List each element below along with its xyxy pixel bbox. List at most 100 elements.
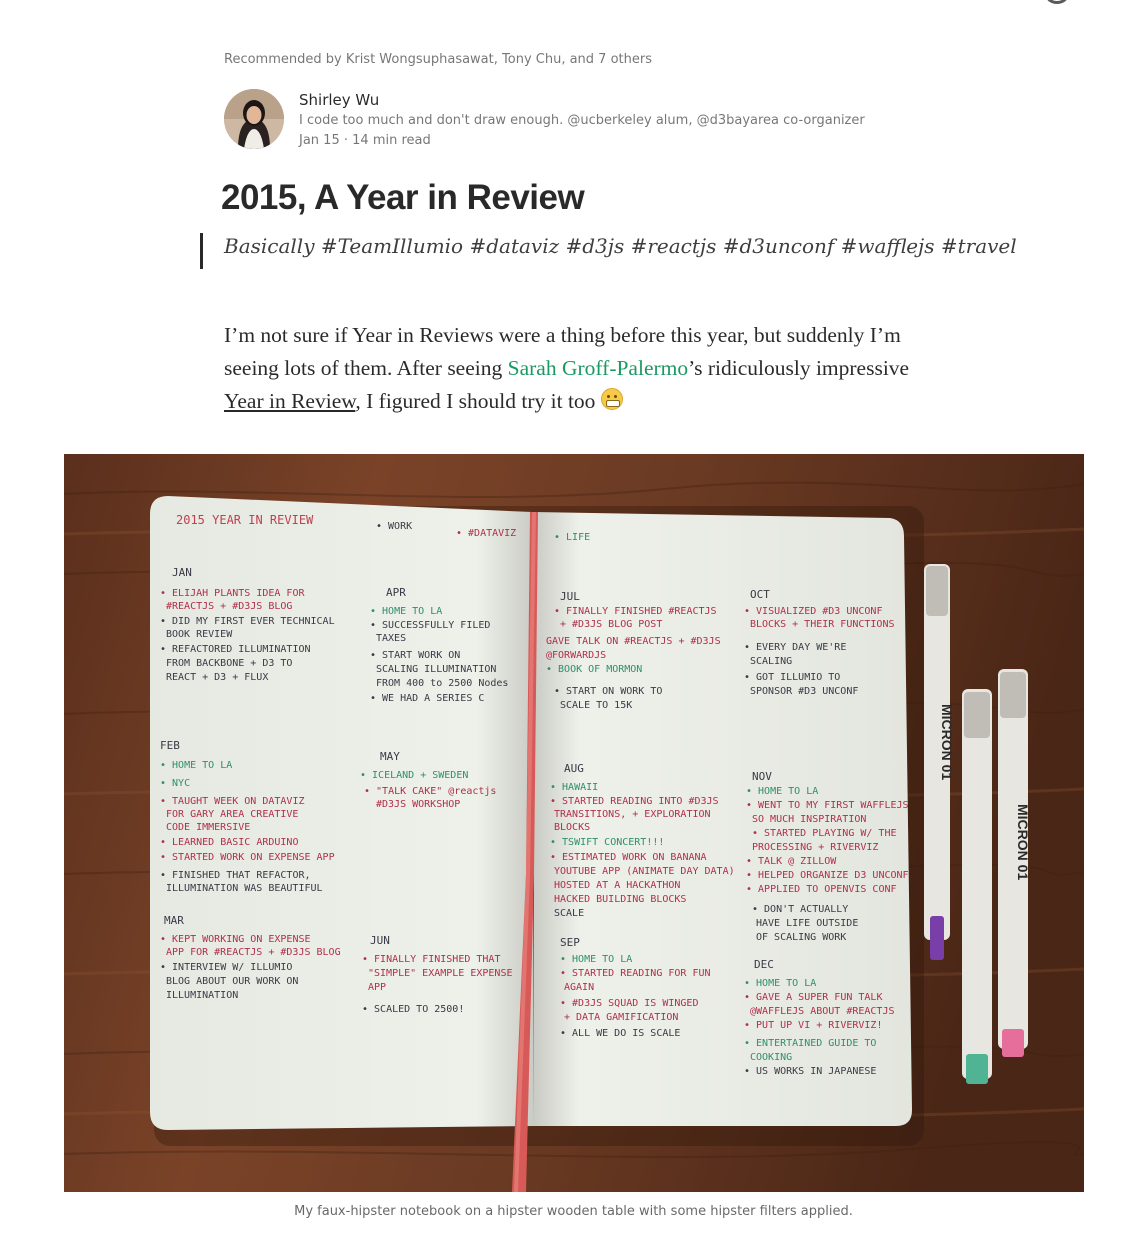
svg-text:• START ON WORK TO: • START ON WORK TO: [554, 686, 662, 697]
grinning-emoji-icon: [600, 387, 623, 410]
svg-text:• ESTIMATED WORK ON BANANA: • ESTIMATED WORK ON BANANA: [550, 852, 707, 863]
svg-text:• HOME TO LA: • HOME TO LA: [160, 760, 232, 771]
svg-text:• ICELAND + SWEDEN: • ICELAND + SWEDEN: [360, 770, 468, 781]
svg-text:• ALL WE DO IS SCALE: • ALL WE DO IS SCALE: [560, 1028, 680, 1039]
svg-text:YOUTUBE APP (ANIMATE DAY DATA): YOUTUBE APP (ANIMATE DAY DATA): [554, 866, 735, 877]
svg-text:• INTERVIEW W/ ILLUMIO: • INTERVIEW W/ ILLUMIO: [160, 962, 292, 973]
svg-text:APP FOR #REACTJS + #D3JS BLOG: APP FOR #REACTJS + #D3JS BLOG: [166, 947, 341, 958]
svg-text:• STARTED WORK ON EXPENSE APP: • STARTED WORK ON EXPENSE APP: [160, 852, 335, 863]
svg-text:TRANSITIONS, + EXPLORATION: TRANSITIONS, + EXPLORATION: [554, 809, 711, 820]
svg-text:REACT + D3 + FLUX: REACT + D3 + FLUX: [166, 672, 268, 683]
svg-text:• SUCCESSFULLY FILED: • SUCCESSFULLY FILED: [370, 620, 490, 631]
svg-text:BOOK REVIEW: BOOK REVIEW: [166, 629, 233, 640]
svg-text:AGAIN: AGAIN: [564, 982, 594, 993]
svg-text:• REFACTORED ILLUMINATION: • REFACTORED ILLUMINATION: [160, 644, 311, 655]
sarah-groff-palermo-link[interactable]: Sarah Groff-Palermo: [508, 356, 689, 380]
svg-text:• HAWAII: • HAWAII: [550, 782, 598, 793]
svg-text:• STARTED PLAYING W/ THE: • STARTED PLAYING W/ THE: [752, 828, 897, 839]
article-title: 2015, A Year in Review: [221, 178, 585, 217]
author-meta: Shirley Wu I code too much and don't dra…: [299, 90, 865, 151]
svg-text:SCALE: SCALE: [554, 908, 584, 919]
svg-text:• WENT TO MY FIRST WAFFLEJS: • WENT TO MY FIRST WAFFLEJS: [746, 800, 909, 811]
svg-text:• HELPED ORGANIZE D3 UNCONF: • HELPED ORGANIZE D3 UNCONF: [746, 870, 909, 881]
svg-text:• #D3JS SQUAD IS WINGED: • #D3JS SQUAD IS WINGED: [560, 998, 698, 1009]
svg-text:ILLUMINATION WAS BEAUTIFUL: ILLUMINATION WAS BEAUTIFUL: [166, 883, 323, 894]
avatar-menu-icon[interactable]: [1046, 0, 1068, 4]
notebook-month-dec: DEC: [754, 958, 774, 971]
svg-text:• ENTERTAINED GUIDE TO: • ENTERTAINED GUIDE TO: [744, 1038, 876, 1049]
svg-text:• START WORK ON: • START WORK ON: [370, 650, 460, 661]
svg-text:• STARTED READING INTO #D3JS: • STARTED READING INTO #D3JS: [550, 796, 719, 807]
svg-text:• GOT ILLUMIO TO: • GOT ILLUMIO TO: [744, 672, 840, 683]
article-subtitle: Basically #TeamIllumio #dataviz #d3js #r…: [224, 234, 1017, 258]
post-date: Jan 15: [299, 133, 340, 148]
svg-text:• TALK @ ZILLOW: • TALK @ ZILLOW: [746, 856, 837, 867]
svg-text:HACKED BUILDING BLOCKS: HACKED BUILDING BLOCKS: [554, 894, 686, 905]
author-avatar[interactable]: [224, 89, 284, 149]
svg-text:CODE IMMERSIVE: CODE IMMERSIVE: [166, 822, 250, 833]
svg-text:"SIMPLE" EXAMPLE EXPENSE: "SIMPLE" EXAMPLE EXPENSE: [368, 968, 513, 979]
svg-text:• VISUALIZED #D3 UNCONF: • VISUALIZED #D3 UNCONF: [744, 606, 882, 617]
svg-text:• EVERY DAY WE'RE: • EVERY DAY WE'RE: [744, 642, 846, 653]
svg-text:• LEARNED BASIC ARDUINO: • LEARNED BASIC ARDUINO: [160, 837, 298, 848]
paragraph-text-2: ’s ridiculously impressive: [688, 355, 910, 380]
pen-label: MICRON 01: [939, 704, 955, 780]
article-paragraph: I’m not sure if Year in Reviews were a t…: [224, 319, 924, 418]
svg-text:BLOCKS: BLOCKS: [554, 822, 590, 833]
svg-text:• HOME TO LA: • HOME TO LA: [560, 954, 632, 965]
notebook-header: 2015 YEAR IN REVIEW: [176, 513, 314, 527]
svg-text:@WAFFLEJS ABOUT #REACTJS: @WAFFLEJS ABOUT #REACTJS: [750, 1006, 895, 1017]
svg-text:• PUT UP VI + RIVERVIZ!: • PUT UP VI + RIVERVIZ!: [744, 1020, 882, 1031]
svg-text:• HOME TO LA: • HOME TO LA: [744, 978, 816, 989]
svg-text:• WE HAD A SERIES C: • WE HAD A SERIES C: [370, 693, 484, 704]
svg-text:• APPLIED TO OPENVIS CONF: • APPLIED TO OPENVIS CONF: [746, 884, 897, 895]
notebook-month-oct: OCT: [750, 588, 770, 601]
notebook-month-may: MAY: [380, 750, 400, 763]
notebook-month-mar: MAR: [164, 914, 184, 927]
notebook-column-life: • LIFE: [554, 532, 590, 543]
svg-text:• FINALLY FINISHED #REACTJS: • FINALLY FINISHED #REACTJS: [554, 606, 717, 617]
notebook-month-feb: FEB: [160, 739, 180, 752]
svg-text:HAVE LIFE OUTSIDE: HAVE LIFE OUTSIDE: [756, 918, 858, 929]
svg-text:#D3JS WORKSHOP: #D3JS WORKSHOP: [376, 799, 460, 810]
author-bio: I code too much and don't draw enough. @…: [299, 113, 865, 128]
notebook-photo[interactable]: 2015 YEAR IN REVIEW • WORK • #DATAVIZ • …: [64, 454, 1084, 1192]
svg-text:• NYC: • NYC: [160, 778, 190, 789]
svg-text:#REACTJS + #D3JS BLOG: #REACTJS + #D3JS BLOG: [166, 601, 292, 612]
subtitle-quote-bar: [200, 233, 203, 269]
figure-caption: My faux-hipster notebook on a hipster wo…: [294, 1204, 853, 1219]
year-in-review-link[interactable]: Year in Review: [224, 389, 355, 413]
svg-text:FROM BACKBONE + D3 TO: FROM BACKBONE + D3 TO: [166, 658, 292, 669]
svg-text:BLOG ABOUT OUR WORK ON: BLOG ABOUT OUR WORK ON: [166, 976, 298, 987]
svg-text:SO MUCH INSPIRATION: SO MUCH INSPIRATION: [752, 814, 866, 825]
svg-text:• TSWIFT CONCERT!!!: • TSWIFT CONCERT!!!: [550, 837, 664, 848]
svg-text:• KEPT WORKING ON EXPENSE: • KEPT WORKING ON EXPENSE: [160, 934, 311, 945]
recommended-by: Recommended by Krist Wongsuphasawat, Ton…: [224, 52, 652, 67]
svg-text:FOR GARY AREA CREATIVE: FOR GARY AREA CREATIVE: [166, 809, 298, 820]
svg-text:SCALING ILLUMINATION: SCALING ILLUMINATION: [376, 664, 496, 675]
svg-text:SCALE TO 15K: SCALE TO 15K: [560, 700, 632, 711]
notebook-column-work: • WORK: [376, 521, 412, 532]
svg-text:APP: APP: [368, 982, 386, 993]
svg-text:TAXES: TAXES: [376, 633, 406, 644]
svg-text:• HOME TO LA: • HOME TO LA: [746, 786, 818, 797]
svg-text:• US WORKS IN JAPANESE: • US WORKS IN JAPANESE: [744, 1066, 876, 1077]
svg-text:+ DATA GAMIFICATION: + DATA GAMIFICATION: [564, 1012, 678, 1023]
svg-text:OF SCALING WORK: OF SCALING WORK: [756, 932, 846, 943]
svg-text:@FORWARDJS: @FORWARDJS: [546, 650, 606, 661]
paragraph-text-3: , I figured I should try it too: [355, 388, 601, 413]
svg-text:SCALING: SCALING: [750, 656, 792, 667]
meta-separator: ·: [343, 133, 348, 148]
notebook-month-apr: APR: [386, 586, 406, 599]
post-meta: Jan 15 · 14 min read: [299, 131, 865, 151]
notebook-month-aug: AUG: [564, 762, 584, 775]
svg-text:+ #D3JS BLOG POST: + #D3JS BLOG POST: [560, 619, 662, 630]
author-name[interactable]: Shirley Wu: [299, 90, 865, 110]
svg-text:GAVE TALK ON #REACTJS + #D3JS: GAVE TALK ON #REACTJS + #D3JS: [546, 636, 721, 647]
notebook-month-nov: NOV: [752, 770, 772, 783]
notebook-month-jan: JAN: [172, 566, 192, 579]
notebook-month-jul: JUL: [560, 590, 580, 603]
svg-text:• GAVE A SUPER FUN TALK: • GAVE A SUPER FUN TALK: [744, 992, 882, 1003]
notebook-month-jun: JUN: [370, 934, 390, 947]
svg-text:• BOOK OF MORMON: • BOOK OF MORMON: [546, 664, 642, 675]
